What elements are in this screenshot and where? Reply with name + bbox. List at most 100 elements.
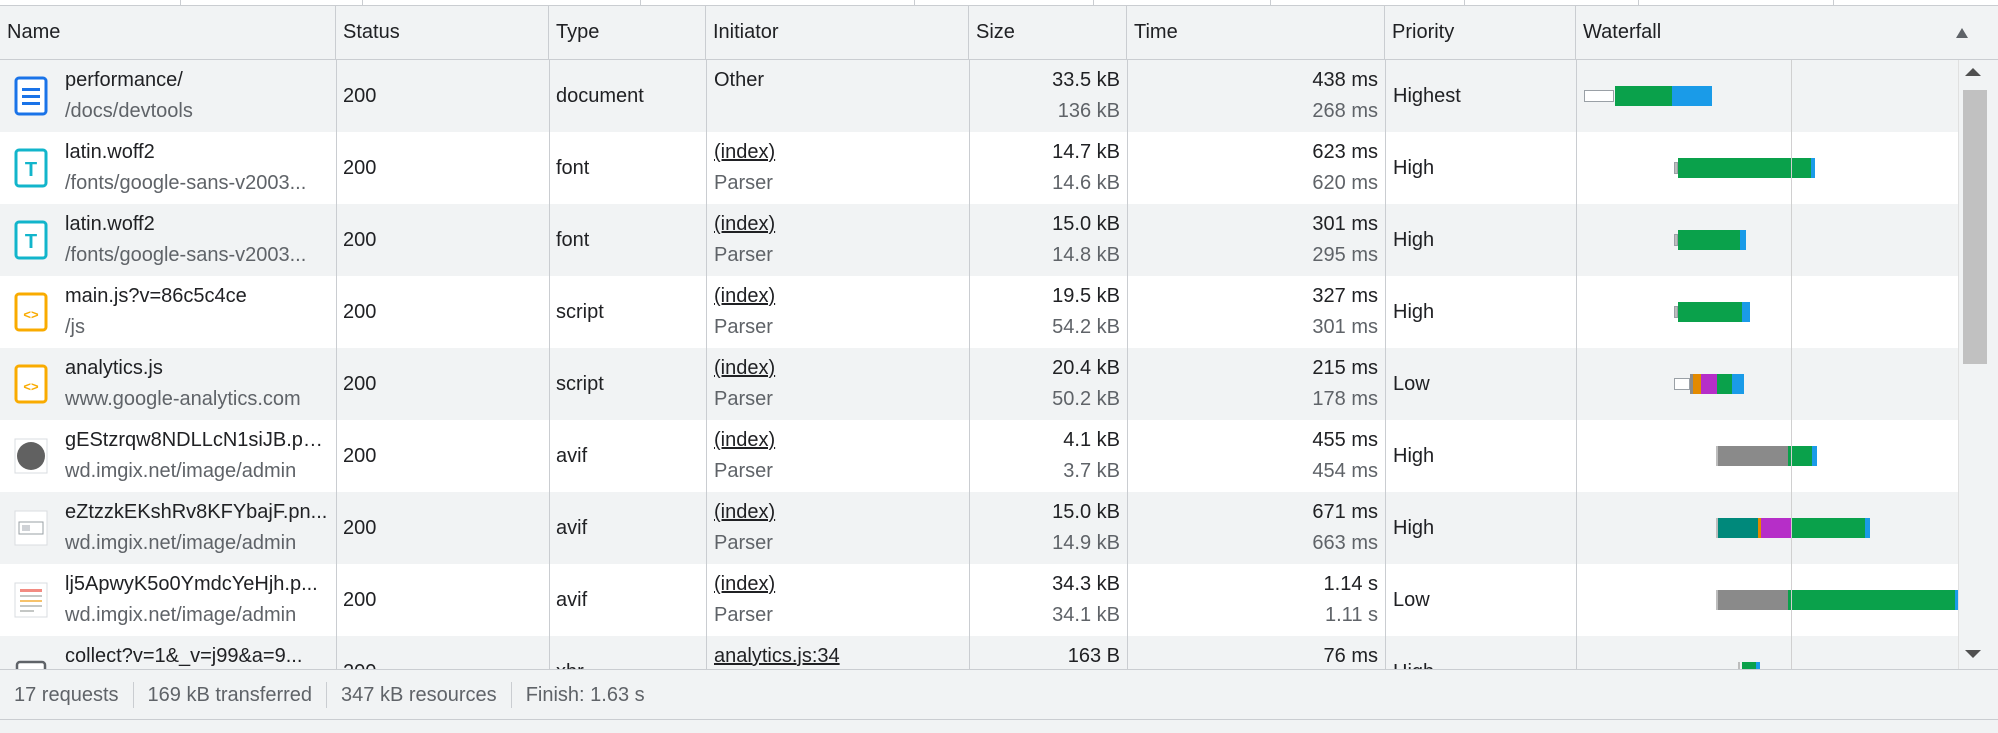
font-icon: T [14, 220, 48, 260]
priority-value: Low [1393, 372, 1430, 395]
column-header-waterfall[interactable]: Waterfall [1576, 6, 1998, 59]
column-divider [549, 60, 550, 669]
svg-text:T: T [25, 231, 37, 253]
svg-text:T: T [25, 159, 37, 181]
column-header-name[interactable]: Name [0, 6, 336, 59]
column-header-time[interactable]: Time [1127, 6, 1385, 59]
status-code: 200 [343, 636, 543, 670]
panel-divider [1833, 0, 1834, 5]
column-header-size[interactable]: Size [969, 6, 1127, 59]
image-doc-icon [14, 580, 48, 620]
request-path: wd.imgix.net/image/admin [65, 460, 297, 482]
request-name: latin.woff2 [65, 213, 155, 235]
waterfall-bar[interactable] [1578, 420, 1958, 492]
scroll-up-icon[interactable] [1965, 68, 1981, 76]
column-header-priority[interactable]: Priority [1385, 6, 1576, 59]
waterfall-bar[interactable] [1578, 636, 1958, 669]
waterfall-segment [1718, 518, 1758, 538]
column-header-type[interactable]: Type [549, 6, 706, 59]
priority-value: High [1393, 156, 1435, 179]
waterfall-bar[interactable] [1578, 132, 1958, 204]
status-code: 200 [343, 444, 377, 467]
status-code: 200 [343, 84, 377, 107]
resources-size: 347 kB resources [327, 681, 512, 708]
transfer-size: 34.3 kB [1052, 573, 1120, 595]
panel-divider [1270, 0, 1271, 5]
column-header-status[interactable]: Status [336, 6, 549, 59]
resource-size: 3.7 kB [1063, 460, 1120, 482]
column-divider [706, 60, 707, 669]
table-row[interactable]: performance/ /docs/devtools 200 document Oth… [0, 60, 1958, 132]
total-time: 76 ms [1323, 645, 1378, 667]
request-path: wd.imgix.net/image/admin [65, 532, 297, 554]
latency-time: 454 ms [1312, 460, 1378, 482]
waterfall-bar[interactable] [1578, 60, 1958, 132]
waterfall-bar[interactable] [1578, 564, 1958, 636]
initiator-link[interactable]: (index) [714, 569, 964, 600]
total-time: 301 ms [1312, 213, 1378, 235]
waterfall-bar[interactable] [1578, 492, 1958, 564]
resource-size: 34.1 kB [1052, 604, 1120, 626]
sort-ascending-icon[interactable] [1951, 22, 1973, 44]
initiator-link[interactable]: (index) [714, 209, 964, 240]
initiator-type: Parser [714, 172, 773, 194]
column-label: Waterfall [1583, 21, 1662, 43]
resource-type: xhr [556, 636, 701, 670]
initiator-link[interactable]: analytics.js:34 [714, 641, 964, 669]
latency-time: 295 ms [1312, 244, 1378, 266]
request-name: gEStzrqw8NDLLcN1siJB.pn... [65, 429, 330, 451]
column-label: Priority [1392, 21, 1455, 43]
request-path: www.google-analytics.com [65, 388, 301, 410]
request-name: analytics.js [65, 357, 163, 379]
latency-time: 178 ms [1312, 388, 1378, 410]
waterfall-segment [1742, 302, 1750, 322]
initiator-link[interactable]: (index) [714, 425, 964, 456]
latency-time: 620 ms [1312, 172, 1378, 194]
vertical-scrollbar[interactable] [1958, 60, 1998, 669]
transfer-size: 163 B [1067, 645, 1120, 667]
column-divider [1576, 60, 1577, 669]
resource-type: font [556, 156, 590, 179]
total-time: 623 ms [1312, 141, 1378, 163]
scroll-down-icon[interactable] [1965, 650, 1981, 658]
initiator-link[interactable]: (index) [714, 497, 964, 528]
panel-divider [1638, 0, 1639, 5]
waterfall-bar[interactable] [1578, 276, 1958, 348]
initiator-link[interactable]: (index) [714, 281, 964, 312]
waterfall-segment [1672, 86, 1712, 106]
initiator-link[interactable]: (index) [714, 353, 964, 384]
status-code: 200 [343, 588, 377, 611]
latency-time: 268 ms [1312, 100, 1378, 122]
initiator-type: Parser [714, 532, 773, 554]
request-name: main.js?v=86c5c4ce [65, 285, 247, 307]
initiator-type: Parser [714, 604, 773, 626]
waterfall-bar[interactable] [1578, 204, 1958, 276]
waterfall-segment [1756, 662, 1760, 669]
table-row[interactable]: lj5ApwyK5o0YmdcYeHjh.p... wd.imgix.net/im… [0, 564, 1958, 636]
waterfall-segment [1718, 590, 1788, 610]
waterfall-bar[interactable] [1578, 348, 1958, 420]
table-row[interactable]: <> analytics.js www.google-analytics.com 20… [0, 348, 1958, 420]
document-icon [14, 76, 48, 116]
resource-size: 136 kB [1057, 100, 1120, 122]
panel-divider [914, 0, 915, 5]
request-path: /docs/devtools [65, 100, 193, 122]
table-row[interactable]: Tlatin.woff2/fonts/google-sans-v2003... 2… [0, 132, 1958, 204]
latency-time: 663 ms [1312, 532, 1378, 554]
table-row[interactable]: Tlatin.woff2/fonts/google-sans-v2003... 2… [0, 204, 1958, 276]
column-divider [1127, 60, 1128, 669]
waterfall-segment [1788, 590, 1955, 610]
waterfall-segment [1761, 518, 1791, 538]
initiator-link[interactable]: (index) [714, 137, 964, 168]
scrollbar-thumb[interactable] [1963, 90, 1987, 364]
table-row[interactable]: <> main.js?v=86c5c4ce/js 200 script (index) P… [0, 276, 1958, 348]
finish-time: Finish: 1.63 s [525, 683, 645, 706]
transfer-size: 19.5 kB [1052, 285, 1120, 307]
table-row[interactable]: collect?v=1&_v=j99&a=9... 200 xhr analytics… [0, 636, 1958, 669]
table-row[interactable]: gEStzrqw8NDLLcN1siJB.pn... wd.imgix.net/i… [0, 420, 1958, 492]
column-header-initiator[interactable]: Initiator [706, 6, 969, 59]
column-divider [1385, 60, 1386, 669]
request-name: performance/ [65, 69, 183, 91]
total-time: 327 ms [1312, 285, 1378, 307]
table-row[interactable]: eZtzzkEKshRv8KFYbajF.pn... wd.imgix.net/i… [0, 492, 1958, 564]
